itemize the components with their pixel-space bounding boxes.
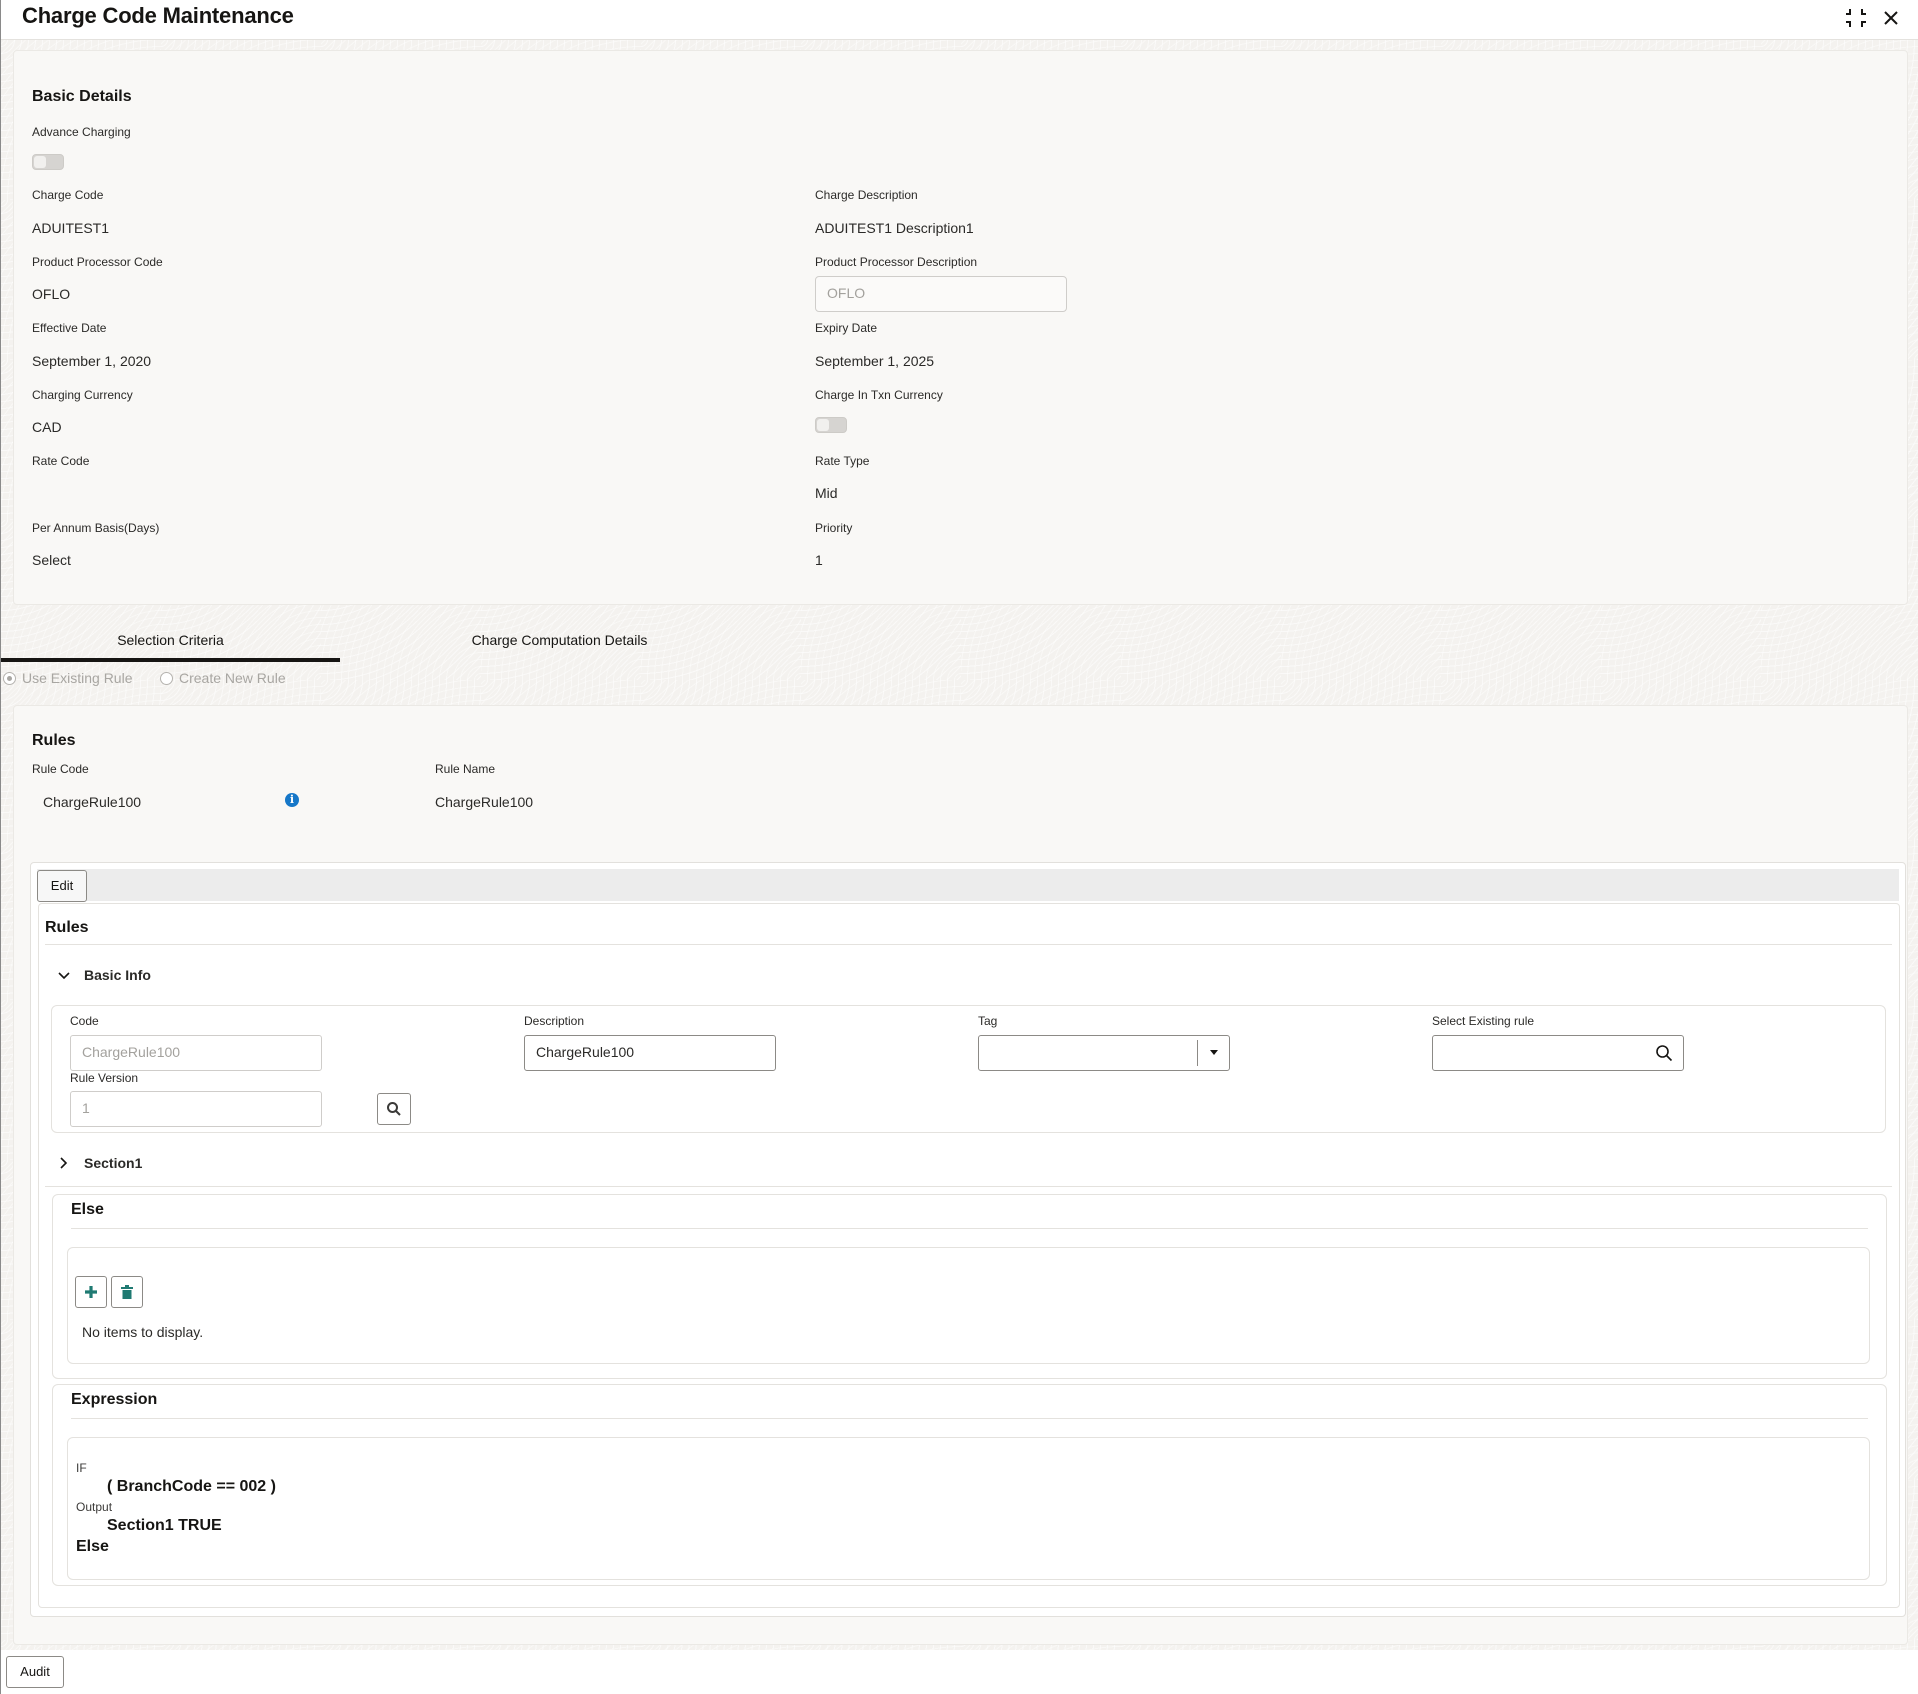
else-empty-text: No items to display.	[82, 1324, 204, 1340]
tab-bar: Selection Criteria Charge Computation De…	[1, 620, 1918, 662]
divider	[71, 1418, 1868, 1419]
close-icon[interactable]	[1879, 6, 1903, 30]
effective-date-label: Effective Date	[32, 321, 107, 335]
rule-version-label: Rule Version	[70, 1071, 139, 1085]
tag-select[interactable]	[978, 1035, 1230, 1071]
rules-title: Rules	[32, 732, 76, 749]
expiry-date-value: September 1, 2025	[815, 353, 935, 369]
add-item-button[interactable]	[75, 1276, 107, 1308]
product-processor-description-label: Product Processor Description	[815, 255, 978, 269]
charge-description-value: ADUITEST1 Description1	[815, 220, 974, 236]
chevron-right-icon	[60, 1157, 68, 1169]
rule-code-value: ChargeRule100	[43, 794, 142, 810]
trash-icon	[121, 1285, 133, 1299]
section1-title: Section1	[84, 1155, 143, 1171]
radio-selected-indicator	[3, 671, 16, 685]
plus-icon	[85, 1286, 97, 1298]
radio-create-new-rule[interactable]: Create New Rule	[160, 670, 286, 686]
tag-label: Tag	[978, 1014, 998, 1028]
product-processor-code-value: OFLO	[32, 286, 71, 302]
chevron-down-icon	[58, 972, 70, 980]
description-input[interactable]: ChargeRule100	[524, 1035, 776, 1071]
info-icon[interactable]: i	[285, 793, 299, 807]
per-annum-basis-label: Per Annum Basis(Days)	[32, 521, 160, 535]
rule-name-value: ChargeRule100	[435, 794, 534, 810]
tab-charge-computation-details[interactable]: Charge Computation Details	[401, 620, 718, 662]
basic-details-title: Basic Details	[32, 88, 132, 105]
priority-label: Priority	[815, 521, 853, 535]
divider	[71, 1228, 1868, 1229]
advance-charging-toggle[interactable]	[32, 154, 64, 170]
else-title: Else	[71, 1201, 104, 1218]
rule-name-label: Rule Name	[435, 762, 496, 776]
charge-description-label: Charge Description	[815, 188, 918, 202]
expression-else-label: Else	[76, 1538, 109, 1555]
expression-title: Expression	[71, 1391, 158, 1408]
rule-code-label: Rule Code	[32, 762, 89, 776]
radio-unselected-indicator	[160, 671, 173, 685]
collapse-icon[interactable]	[1844, 6, 1868, 30]
expiry-date-label: Expiry Date	[815, 321, 878, 335]
charge-code-label: Charge Code	[32, 188, 104, 202]
product-processor-code-label: Product Processor Code	[32, 255, 163, 269]
charge-in-txn-currency-toggle[interactable]	[815, 417, 847, 433]
editor-rules-title: Rules	[45, 919, 89, 936]
basic-info-title: Basic Info	[84, 967, 151, 983]
per-annum-basis-value: Select	[32, 552, 71, 568]
select-existing-rule-input[interactable]	[1432, 1035, 1684, 1071]
code-label: Code	[70, 1014, 99, 1028]
product-processor-description-input[interactable]: OFLO	[815, 276, 1067, 312]
rate-code-label: Rate Code	[32, 454, 90, 468]
rate-type-label: Rate Type	[815, 454, 870, 468]
expression-output-value: Section1 TRUE	[107, 1517, 222, 1534]
radio-use-existing-rule[interactable]: Use Existing Rule	[3, 670, 133, 686]
window-header: Charge Code Maintenance	[1, 0, 1918, 40]
rate-type-value: Mid	[815, 485, 838, 501]
search-icon	[387, 1102, 401, 1116]
rule-version-search-button[interactable]	[377, 1093, 411, 1125]
code-input[interactable]: ChargeRule100	[70, 1035, 322, 1071]
description-label: Description	[524, 1014, 585, 1028]
page-title: Charge Code Maintenance	[22, 3, 294, 28]
caret-down-icon	[1210, 1050, 1218, 1055]
divider	[45, 1186, 1892, 1187]
audit-button[interactable]: Audit	[6, 1656, 64, 1688]
basic-details-panel	[13, 50, 1908, 605]
priority-value: 1	[815, 552, 823, 568]
charge-code-value: ADUITEST1	[32, 220, 110, 236]
radio-create-new-rule-label: Create New Rule	[179, 670, 286, 686]
charging-currency-label: Charging Currency	[32, 388, 133, 402]
charging-currency-value: CAD	[32, 419, 62, 435]
editor-toolbar	[37, 869, 1899, 901]
effective-date-value: September 1, 2020	[32, 353, 152, 369]
expression-if-label: IF	[76, 1461, 87, 1475]
delete-item-button[interactable]	[111, 1276, 143, 1308]
tab-selection-criteria[interactable]: Selection Criteria	[1, 620, 340, 662]
rule-version-input[interactable]: 1	[70, 1091, 322, 1127]
select-existing-rule-label: Select Existing rule	[1432, 1014, 1535, 1028]
else-items-card	[67, 1247, 1870, 1364]
advance-charging-label: Advance Charging	[32, 125, 131, 139]
divider	[45, 944, 1892, 945]
expression-condition: ( BranchCode == 002 )	[107, 1478, 276, 1495]
edit-button[interactable]: Edit	[37, 870, 87, 902]
select-divider	[1197, 1040, 1198, 1066]
search-icon[interactable]	[1655, 1044, 1673, 1062]
expression-body	[67, 1437, 1870, 1580]
charge-in-txn-currency-label: Charge In Txn Currency	[815, 388, 943, 402]
radio-use-existing-rule-label: Use Existing Rule	[22, 670, 133, 686]
expression-output-label: Output	[76, 1500, 113, 1514]
